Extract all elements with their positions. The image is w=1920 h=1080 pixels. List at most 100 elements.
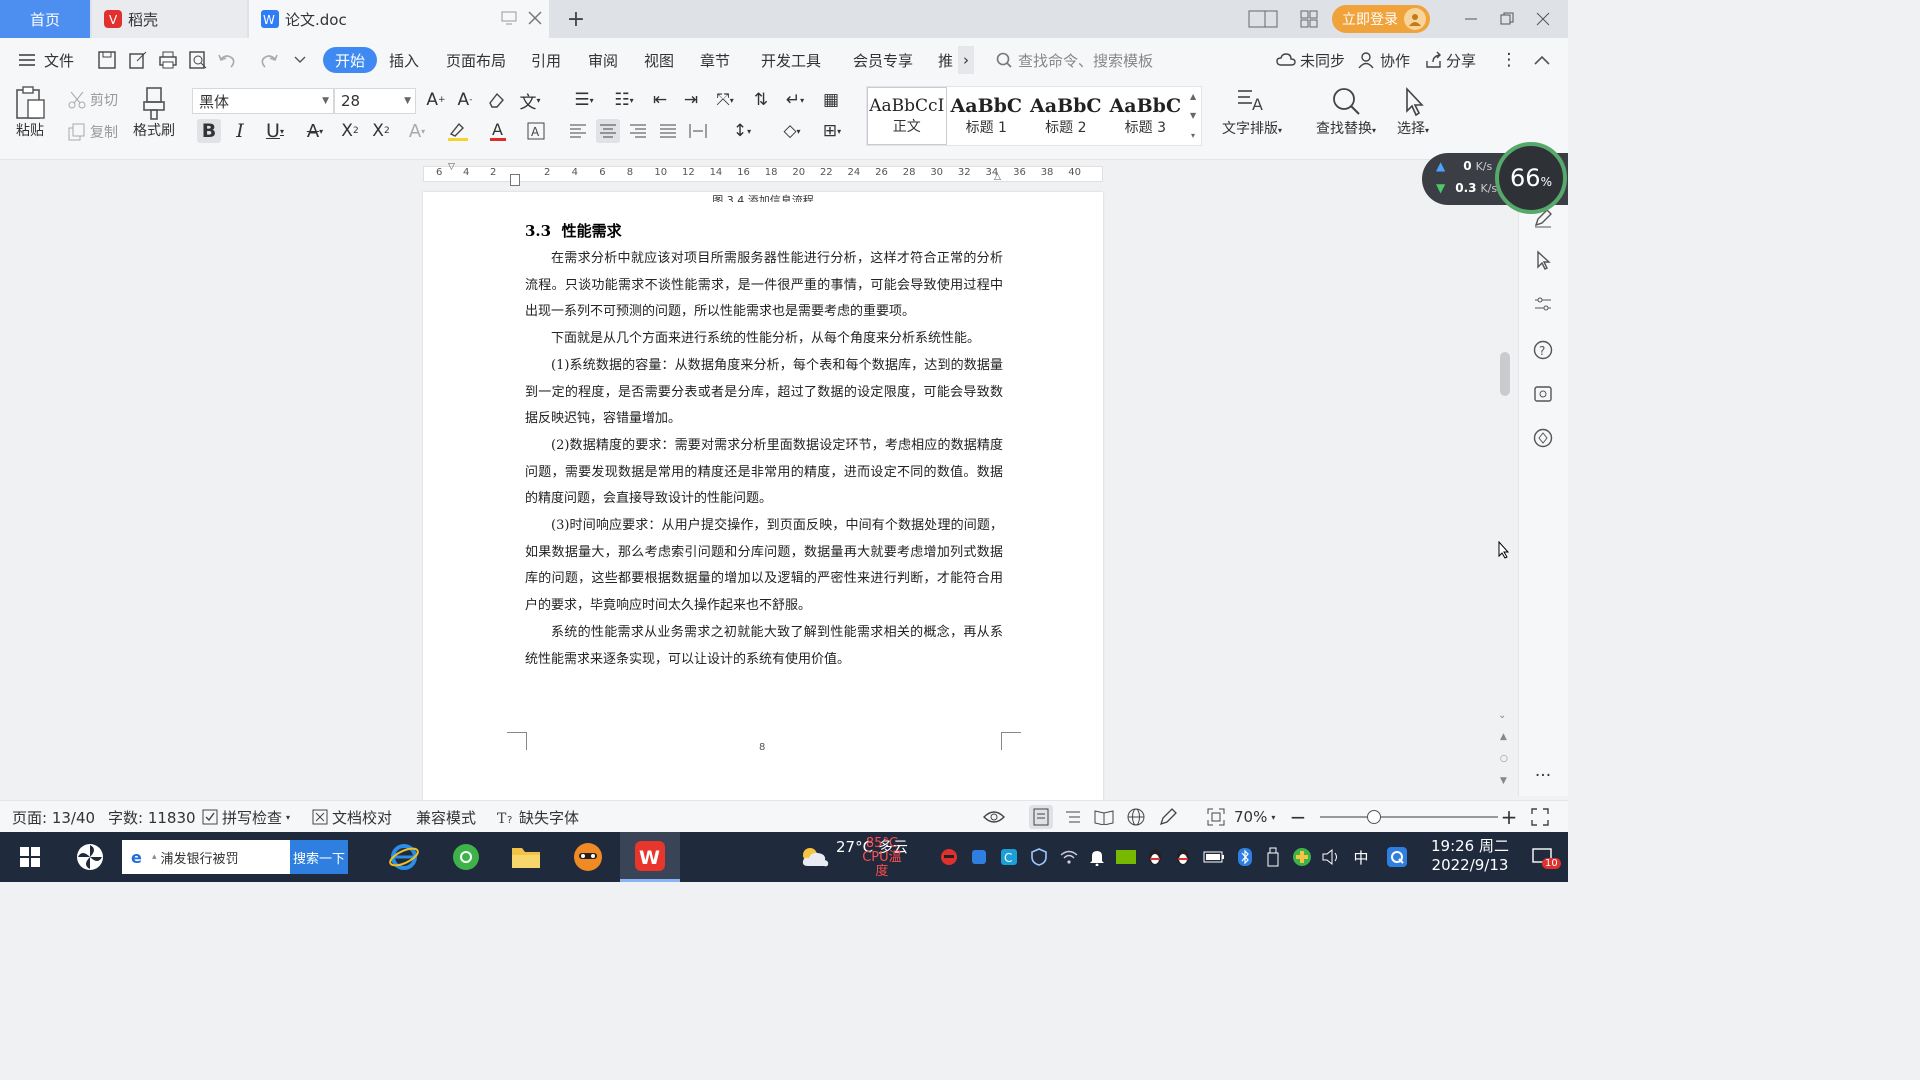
decrease-indent-icon[interactable]: ⇤: [648, 88, 672, 112]
style-heading-1[interactable]: AaBbC 标题 1: [947, 87, 1027, 145]
line-spacing-icon[interactable]: ↕ ▾: [726, 119, 758, 143]
tab-references[interactable]: 引用: [531, 38, 561, 82]
browser-taskbar[interactable]: [444, 832, 488, 882]
tab-review[interactable]: 审阅: [588, 38, 618, 82]
increase-indent-icon[interactable]: ⇥: [679, 88, 703, 112]
volume-button[interactable]: [1320, 832, 1342, 882]
close-window-icon[interactable]: [1536, 12, 1550, 26]
zoom-in-icon[interactable]: +: [1497, 805, 1521, 829]
justify-icon[interactable]: [656, 119, 680, 143]
font-size-select[interactable]: 28 ▼: [334, 88, 416, 114]
align-right-icon[interactable]: [626, 119, 650, 143]
style-heading-3[interactable]: AaBbC 标题 3: [1106, 87, 1186, 145]
file-explorer-taskbar[interactable]: [504, 832, 548, 882]
zoom-out-icon[interactable]: −: [1286, 805, 1310, 829]
word-count[interactable]: 字数: 11830: [108, 801, 196, 833]
help-icon[interactable]: ?: [1531, 338, 1555, 362]
file-menu[interactable]: 文件: [18, 38, 74, 82]
character-border-icon[interactable]: A: [524, 119, 548, 143]
memory-gauge[interactable]: 66%: [1495, 142, 1567, 214]
collapse-ribbon-icon[interactable]: [1530, 48, 1554, 72]
missing-font-button[interactable]: T? 缺失字体: [497, 801, 579, 833]
ime-indicator[interactable]: 中: [1350, 832, 1372, 882]
document-page[interactable]: 图 3.4 添加信息流程 3.3 性能需求 在需求分析中就应该对项目所需服务器性…: [423, 192, 1103, 802]
undo-icon[interactable]: [216, 48, 240, 72]
zoom-select[interactable]: 70% ▾: [1234, 801, 1275, 833]
tray-item[interactable]: [968, 832, 990, 882]
scrollbar-thumb[interactable]: [1500, 352, 1510, 396]
write-mode-icon[interactable]: [1156, 805, 1180, 829]
superscript-icon[interactable]: X2: [338, 119, 362, 143]
numbered-list-icon[interactable]: ☷ ▾: [608, 88, 640, 112]
notification-center[interactable]: 10: [1524, 832, 1561, 882]
close-tab-icon[interactable]: [527, 10, 543, 26]
tab-home[interactable]: 首页: [0, 0, 90, 38]
customize-dropdown-icon[interactable]: [288, 48, 312, 72]
command-search[interactable]: 查找命令、搜索模板: [996, 38, 1153, 82]
app-launcher[interactable]: [68, 832, 112, 882]
page-view-icon[interactable]: [1029, 805, 1053, 829]
tray-item[interactable]: [1028, 832, 1050, 882]
tray-item[interactable]: [1144, 832, 1166, 882]
decrease-font-icon[interactable]: A-: [453, 88, 477, 112]
underline-icon[interactable]: U ▾: [258, 119, 292, 143]
tray-item[interactable]: [1202, 832, 1226, 882]
game-app-taskbar[interactable]: [566, 832, 610, 882]
system-clock[interactable]: 19:26 周二 2022/9/13: [1418, 837, 1522, 875]
tab-start[interactable]: 开始: [323, 47, 378, 73]
tray-item[interactable]: [938, 832, 960, 882]
left-indent-marker[interactable]: [510, 174, 520, 186]
bullet-list-icon[interactable]: ☰ ▾: [568, 88, 600, 112]
tray-item[interactable]: [1172, 832, 1194, 882]
tray-item[interactable]: [1290, 832, 1314, 882]
adjust-sliders-icon[interactable]: [1531, 292, 1555, 316]
redo-icon[interactable]: [256, 48, 280, 72]
text-layout-button[interactable]: A 文字排版▾: [1222, 86, 1282, 138]
diamond-assist-icon[interactable]: [1531, 426, 1555, 450]
first-indent-marker[interactable]: ▽: [448, 162, 455, 172]
zoom-slider[interactable]: [1320, 810, 1498, 824]
monitor-icon[interactable]: [501, 10, 517, 26]
eye-protect-icon[interactable]: [982, 805, 1006, 829]
spell-check-button[interactable]: 拼写检查 ▾: [202, 801, 290, 833]
highlight-icon[interactable]: [441, 119, 475, 143]
tray-item[interactable]: [1114, 832, 1138, 882]
clear-format-icon[interactable]: [484, 88, 508, 112]
style-normal[interactable]: AaBbCcI 正文: [867, 87, 947, 145]
format-painter-button[interactable]: 格式刷: [133, 86, 175, 140]
restore-icon[interactable]: [1500, 12, 1514, 26]
weather-widget[interactable]: 27°C 多云 85°C CPU温度: [836, 837, 908, 879]
cut-button[interactable]: 剪切: [68, 90, 118, 110]
ie-browser-taskbar[interactable]: [382, 832, 426, 882]
more-options-icon[interactable]: ⋮: [1497, 48, 1521, 72]
print-icon[interactable]: [156, 48, 180, 72]
fullscreen-icon[interactable]: [1528, 805, 1552, 829]
increase-font-icon[interactable]: A +: [424, 88, 448, 112]
menu-scroll-right[interactable]: ›: [958, 46, 974, 74]
minimize-icon[interactable]: [1464, 12, 1478, 26]
font-family-select[interactable]: 黑体 ▼: [192, 88, 334, 114]
export-icon[interactable]: [126, 48, 150, 72]
new-tab-button[interactable]: +: [563, 6, 589, 32]
taskbar-search[interactable]: e ▴ 浦发银行被罚 搜索一下: [122, 840, 348, 874]
apps-grid-icon[interactable]: [1300, 10, 1318, 28]
copy-button[interactable]: 复制: [68, 122, 118, 142]
tab-chapter[interactable]: 章节: [700, 38, 730, 82]
italic-icon[interactable]: I: [228, 119, 252, 143]
shading-icon[interactable]: ◇ ▾: [776, 119, 808, 143]
tray-item[interactable]: [1384, 832, 1410, 882]
web-view-icon[interactable]: [1124, 805, 1148, 829]
show-marks-icon[interactable]: ↵ ▾: [779, 88, 811, 112]
tab-view[interactable]: 视图: [644, 38, 674, 82]
page-indicator[interactable]: 页面: 13/40: [12, 801, 95, 833]
taskbar-search-button[interactable]: 搜索一下: [290, 840, 348, 874]
tab-member[interactable]: 会员专享: [853, 38, 913, 82]
borders-icon[interactable]: ⊞ ▾: [816, 119, 848, 143]
vertical-scrollbar[interactable]: ⌄ ▲ ○ ▼: [1496, 192, 1514, 796]
zoom-slider-thumb[interactable]: [1367, 810, 1381, 824]
align-left-icon[interactable]: [566, 119, 590, 143]
tray-item[interactable]: [1262, 832, 1284, 882]
login-button[interactable]: 立即登录: [1332, 5, 1430, 33]
tab-developer[interactable]: 开发工具: [761, 38, 821, 82]
print-preview-icon[interactable]: [186, 48, 210, 72]
